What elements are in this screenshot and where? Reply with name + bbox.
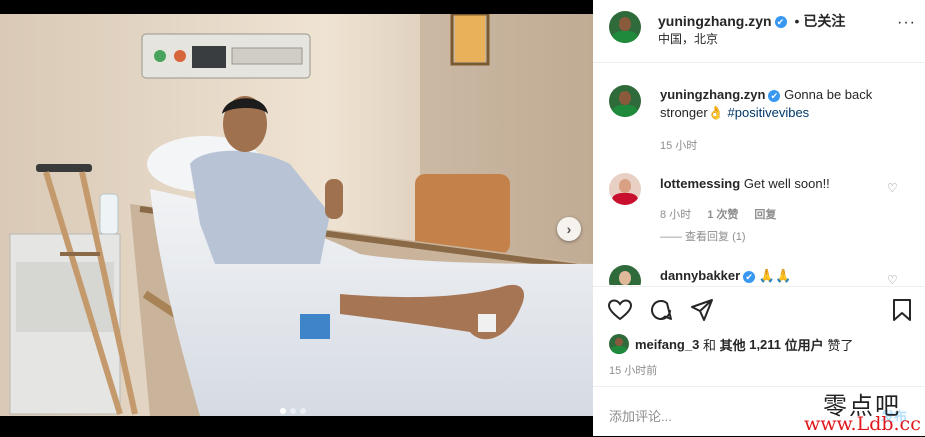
location-link[interactable]: 中国，北京 (658, 30, 718, 47)
likes-unit[interactable]: 位用户 (785, 335, 824, 354)
carousel-dots (280, 408, 306, 414)
hospital-photo-illustration (0, 14, 593, 416)
verified-badge-icon: ✔ (743, 270, 756, 283)
save-bookmark-icon[interactable] (889, 297, 915, 323)
bottom-black-bar (0, 416, 593, 436)
reply-button[interactable]: 回复 (754, 206, 776, 222)
caption-meta: 15 小时 (660, 137, 697, 153)
chevron-right-icon: › (566, 221, 572, 237)
liker-avatar[interactable] (609, 334, 629, 354)
commenter-avatar[interactable] (609, 265, 641, 285)
author-avatar[interactable] (609, 11, 641, 43)
verified-badge-icon: ✔ (768, 89, 781, 102)
add-comment-input[interactable]: 添加评论... (609, 406, 672, 425)
watermark-url: www.Ldb.cc (804, 413, 921, 435)
share-paper-plane-icon[interactable] (689, 297, 715, 323)
carousel-dot (300, 408, 306, 414)
instagram-post-modal: › yuningzhang.zyn ✔ • 已关注 中国，北京 ··· yuni… (0, 0, 925, 436)
liker-username-link[interactable]: meifang_3 (635, 337, 699, 352)
following-button[interactable]: 已关注 (803, 13, 845, 29)
separator-dot: • (794, 13, 800, 29)
likes-suffix: 赞了 (827, 337, 854, 353)
like-heart-icon[interactable] (607, 297, 633, 323)
likes-others-prefix[interactable]: 其他 (720, 335, 746, 354)
comments-list[interactable]: yuningzhang.zyn ✔ Gonna be back stronger👌… (593, 63, 925, 285)
comment-text: lottemessing Get well soon!! (660, 175, 900, 193)
header-author-line: yuningzhang.zyn ✔ • 已关注 (658, 11, 845, 31)
comment-body: 🙏🙏 (758, 268, 792, 283)
carousel-dot (290, 408, 296, 414)
commenter-avatar[interactable] (609, 173, 641, 205)
post-time-ago[interactable]: 15 小时前 (609, 362, 657, 378)
carousel-dot (280, 408, 286, 414)
post-header: yuningzhang.zyn ✔ • 已关注 中国，北京 ··· (593, 0, 925, 63)
post-actions (593, 286, 925, 331)
caption-text: yuningzhang.zyn ✔ Gonna be back stronger👌… (660, 86, 900, 122)
view-replies-link[interactable]: —— 查看回复 (1) (660, 228, 746, 244)
more-options-icon[interactable]: ··· (897, 14, 916, 32)
comment-likes[interactable]: 1 次赞 (707, 206, 738, 222)
comment-author-link[interactable]: lottemessing (660, 176, 740, 191)
comment-author-link[interactable]: dannybakker (660, 268, 740, 283)
hashtag-link[interactable]: #positivevibes (728, 105, 810, 120)
comment-like-heart-icon[interactable]: ♡ (887, 273, 898, 285)
comment-meta: 8 小时 1 次赞 回复 (660, 206, 776, 222)
likes-connector: 和 (702, 337, 716, 353)
likes-count[interactable]: 1,211 (749, 337, 781, 352)
comment-like-heart-icon[interactable]: ♡ (887, 181, 898, 195)
post-photo[interactable]: › (0, 14, 593, 416)
caption-time: 15 小时 (660, 140, 698, 152)
author-username-link[interactable]: yuningzhang.zyn (658, 13, 772, 29)
comment-time: 8 小时 (660, 209, 692, 221)
next-slide-button[interactable]: › (557, 217, 581, 241)
caption-author-avatar[interactable] (609, 85, 641, 117)
likes-summary: meifang_3 和 其他 1,211 位用户 赞了 (609, 334, 853, 354)
comment-text: dannybakker ✔ 🙏🙏 (660, 267, 900, 285)
caption-author-link[interactable]: yuningzhang.zyn (660, 87, 765, 102)
post-side-panel: yuningzhang.zyn ✔ • 已关注 中国，北京 ··· yuningzh… (593, 0, 925, 436)
comment-bubble-icon[interactable] (648, 297, 674, 323)
comment-body: Get well soon!! (743, 176, 830, 191)
verified-badge-icon: ✔ (774, 16, 787, 29)
